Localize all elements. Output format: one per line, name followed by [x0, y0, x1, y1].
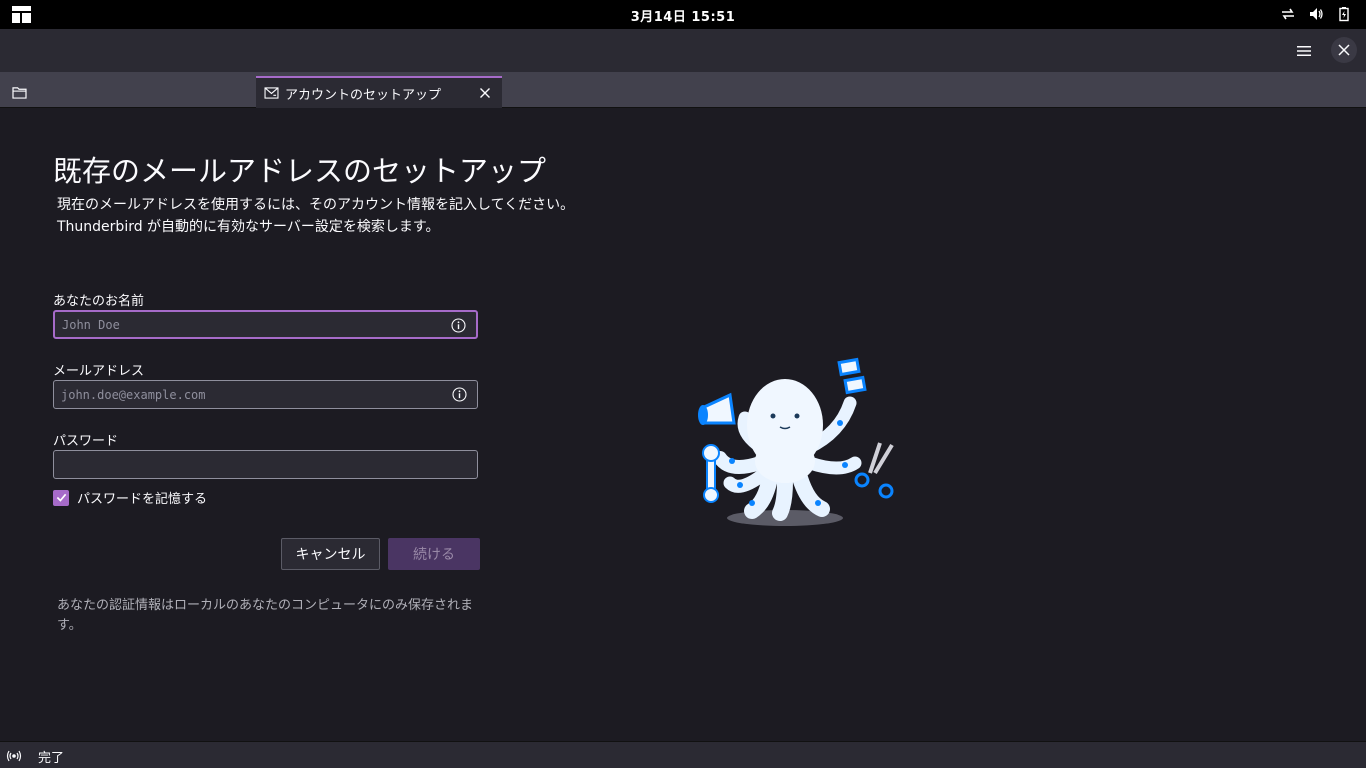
email-label: メールアドレス: [53, 364, 145, 379]
description-line-1: 現在のメールアドレスを使用するには、そのアカウント情報を記入してください。: [57, 197, 575, 213]
email-field[interactable]: [53, 380, 478, 409]
name-label: あなたのお名前: [53, 294, 145, 309]
close-icon: [1338, 44, 1350, 56]
app-toolbar: [0, 29, 1366, 72]
close-icon: [480, 88, 490, 98]
page-title: 既存のメールアドレスのセットアップ: [53, 154, 547, 188]
tab-strip: アカウントのセットアップ: [0, 72, 1366, 108]
password-field[interactable]: [53, 450, 478, 479]
remember-password-checkbox[interactable]: [53, 489, 69, 506]
checkmark-icon: [56, 493, 66, 502]
octopus-mascot-illustration: [698, 357, 894, 526]
folder-icon: [12, 86, 27, 99]
page-description: 現在のメールアドレスを使用するには、そのアカウント情報を記入してください。 Th…: [57, 194, 574, 238]
email-input[interactable]: [54, 381, 477, 408]
online-status-icon[interactable]: [6, 748, 22, 764]
info-icon[interactable]: [451, 318, 466, 333]
continue-button[interactable]: 続ける: [388, 538, 480, 570]
system-clock[interactable]: 3月14日 15:51: [0, 6, 1366, 25]
system-tray: [1280, 6, 1352, 22]
remember-password-option[interactable]: パスワードを記憶する: [53, 488, 207, 507]
system-top-bar: 3月14日 15:51: [0, 0, 1366, 29]
window-close-button[interactable]: [1331, 37, 1357, 63]
app-menu-button[interactable]: [1291, 39, 1317, 63]
cancel-button[interactable]: キャンセル: [281, 538, 380, 570]
battery-icon[interactable]: [1336, 6, 1352, 22]
password-input[interactable]: [54, 451, 477, 478]
tab-account-setup-label: アカウントのセットアップ: [285, 87, 442, 103]
hamburger-icon: [1297, 46, 1311, 56]
password-label: パスワード: [53, 434, 119, 449]
mail-setup-icon: [264, 87, 279, 99]
credentials-note: あなたの認証情報はローカルのあなたのコンピュータにのみ保存されます。: [57, 598, 474, 633]
status-bar: 完了: [0, 741, 1366, 768]
account-setup-page: 既存のメールアドレスのセットアップ 現在のメールアドレスを使用するには、そのアカ…: [0, 108, 1366, 741]
name-field[interactable]: [53, 310, 478, 339]
volume-icon[interactable]: [1308, 6, 1324, 22]
name-input[interactable]: [55, 312, 476, 337]
remember-password-label: パスワードを記憶する: [77, 492, 208, 507]
description-line-2: Thunderbird が自動的に有効なサーバー設定を検索します。: [57, 219, 440, 235]
tab-account-setup[interactable]: アカウントのセットアップ: [256, 76, 502, 108]
status-text: 完了: [38, 751, 65, 766]
tab-mail-folders[interactable]: [0, 76, 254, 108]
tab-close-button[interactable]: [476, 84, 494, 102]
info-icon[interactable]: [452, 387, 467, 402]
network-icon[interactable]: [1280, 6, 1296, 22]
